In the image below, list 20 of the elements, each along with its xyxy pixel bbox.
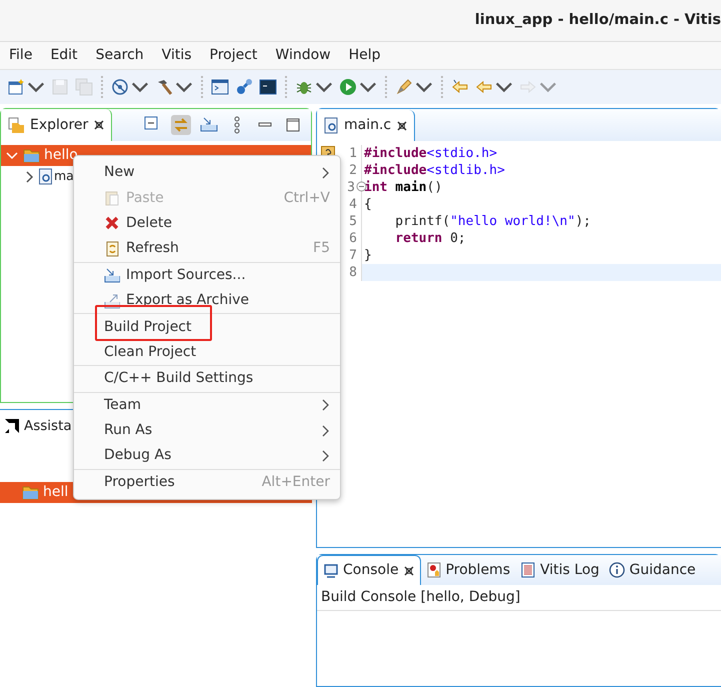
line-number: 1 [349, 145, 357, 162]
code-line: #include<stdio.h> [364, 146, 498, 161]
shortcut-text: Alt+Enter [262, 472, 330, 492]
window-title: linux_app - hello/main.c - Vitis [474, 10, 721, 30]
shortcut-text: Ctrl+V [284, 188, 330, 208]
line-number: 2 [349, 162, 357, 179]
code-line: printf("hello world!\n"); [395, 214, 591, 229]
code-line: { [364, 197, 372, 212]
code-line: #include<stdlib.h> [364, 163, 505, 178]
console-header: Build Console [hello, Debug] [317, 585, 721, 611]
code-line: } [364, 248, 372, 263]
line-number: 6 [349, 230, 357, 247]
line-number: 8 [349, 264, 357, 281]
code-line: return 0; [395, 231, 466, 246]
line-number: 7 [349, 247, 357, 264]
line-number: 5 [349, 213, 357, 230]
line-number: 3 [347, 179, 355, 196]
shortcut-text: F5 [313, 239, 330, 258]
code-line: int main() [364, 180, 442, 195]
line-number: 4 [349, 196, 357, 213]
